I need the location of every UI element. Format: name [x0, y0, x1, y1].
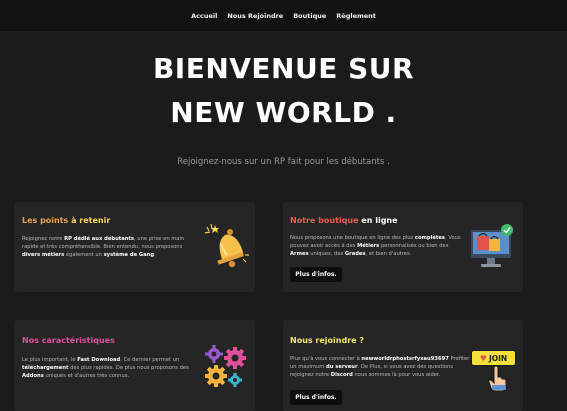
gears-icon	[205, 345, 246, 387]
nav-link-accueil[interactable]: Accueil	[191, 12, 217, 20]
text-highlight: Fast Download	[77, 357, 121, 363]
text-highlight: Addons	[22, 373, 44, 380]
text-highlight: du serveur	[326, 364, 358, 371]
text-segment: également un	[64, 252, 104, 259]
card-description: Le plus important, le Fast Download. Ce …	[22, 356, 198, 381]
text-segment: , une prise en main	[134, 236, 185, 242]
card-description: Nous proposons une boutique en ligne des…	[290, 234, 468, 259]
text-segment: rejoignez notre	[290, 372, 331, 379]
text-segment: personnalisés ou bien	[379, 243, 438, 250]
card-title-part-a: Notre boutique	[290, 216, 362, 225]
text-segment: uniques, des	[308, 251, 345, 258]
text-segment: . Ce dernier permet un	[120, 357, 180, 363]
text-highlight: complètes	[414, 235, 446, 241]
card-boutique-en-ligne: Notre boutique en ligne Nous proposons u…	[283, 202, 523, 292]
text-segment: proposons des	[151, 365, 189, 372]
text-highlight: Grades	[344, 251, 366, 258]
card-title: Nous rejoindre ?	[290, 336, 364, 345]
nav-link-boutique[interactable]: Boutique	[293, 12, 326, 20]
text-segment: . De Plus, si vous avez des questions	[357, 364, 453, 371]
text-segment: des	[439, 243, 449, 250]
hero-title-line2: NEW WORLD .	[170, 96, 397, 129]
text-segment: .	[445, 235, 447, 241]
top-navbar: Accueil Nous Rejoindre Boutique Règlemen…	[0, 0, 567, 32]
text-segment: .	[154, 252, 156, 259]
text-segment: Nous proposons une boutique en ligne des…	[290, 235, 415, 241]
card-title-part-a: Nos caractéristiques	[22, 336, 115, 345]
card-points-a-retenir: Les points à retenir Rejoignez notre RP …	[14, 202, 255, 292]
text-highlight: Armes	[290, 251, 309, 258]
text-highlight: métiers	[41, 252, 65, 259]
text-highlight: divers	[22, 252, 42, 259]
text-highlight: téléchargement	[22, 365, 69, 372]
card-title: Notre boutique en ligne	[290, 216, 398, 225]
heart-icon: ♥	[479, 353, 487, 363]
text-segment: Rejoignez notre	[22, 236, 65, 242]
text-segment: nous sommes là pour vous aider.	[352, 372, 441, 379]
card-nos-caracteristiques: Nos caractéristiques Le plus important, …	[14, 320, 255, 411]
card-title-part-a: Nous rejoindre ?	[290, 336, 365, 345]
card-title: Les points à retenir	[22, 216, 110, 225]
card-description: Rejoignez notre RP dédié aux débutants, …	[22, 235, 198, 260]
server-address: newworldrphostsrfyxau93697	[361, 356, 449, 362]
online-shop-icon	[471, 224, 513, 267]
card-nous-rejoindre: Nous rejoindre ? Plus qu'à vous connecte…	[283, 320, 523, 411]
text-segment: , et bien d'autres.	[365, 251, 412, 258]
join-badge: ♥ JOIN	[471, 350, 516, 366]
text-highlight: Métiers	[357, 243, 380, 250]
hero-title-line1: BIENVENUE SUR	[152, 52, 415, 85]
pointing-hand-icon	[488, 366, 507, 392]
text-segment: Plus qu'à vous connecter à	[290, 356, 362, 362]
card-title: Nos caractéristiques	[22, 336, 115, 345]
card-description: Plus qu'à vous connecter à newworldrphos…	[290, 355, 470, 380]
text-segment: rapide et très compréhensible. Bien ente…	[22, 244, 183, 251]
hero-subtitle: Rejoignez-nous sur un RP fait pour les d…	[177, 157, 390, 167]
card-title-part-b: en ligne	[361, 216, 398, 225]
nav-link-nous-rejoindre[interactable]: Nous Rejoindre	[227, 12, 283, 20]
text-segment: Le plus important, le	[22, 357, 78, 363]
boutique-more-info-button[interactable]: Plus d'infos.	[290, 267, 342, 282]
text-highlight: système de Gang	[103, 252, 155, 259]
join-badge-label: JOIN	[488, 353, 508, 363]
text-segment: des plus rapides. De plus nous	[68, 365, 150, 372]
join-more-info-button[interactable]: Plus d'infos.	[290, 390, 342, 405]
text-highlight: RP dédié aux débutants	[64, 236, 134, 242]
card-title-part-b: à retenir	[71, 216, 111, 225]
bell-icon	[204, 223, 249, 268]
text-segment: uniques et d'autres très connus.	[43, 373, 130, 380]
nav-link-reglement[interactable]: Règlement	[336, 12, 376, 20]
card-title-part-a: Les points	[22, 216, 72, 225]
discord-link[interactable]: Discord	[331, 372, 353, 378]
